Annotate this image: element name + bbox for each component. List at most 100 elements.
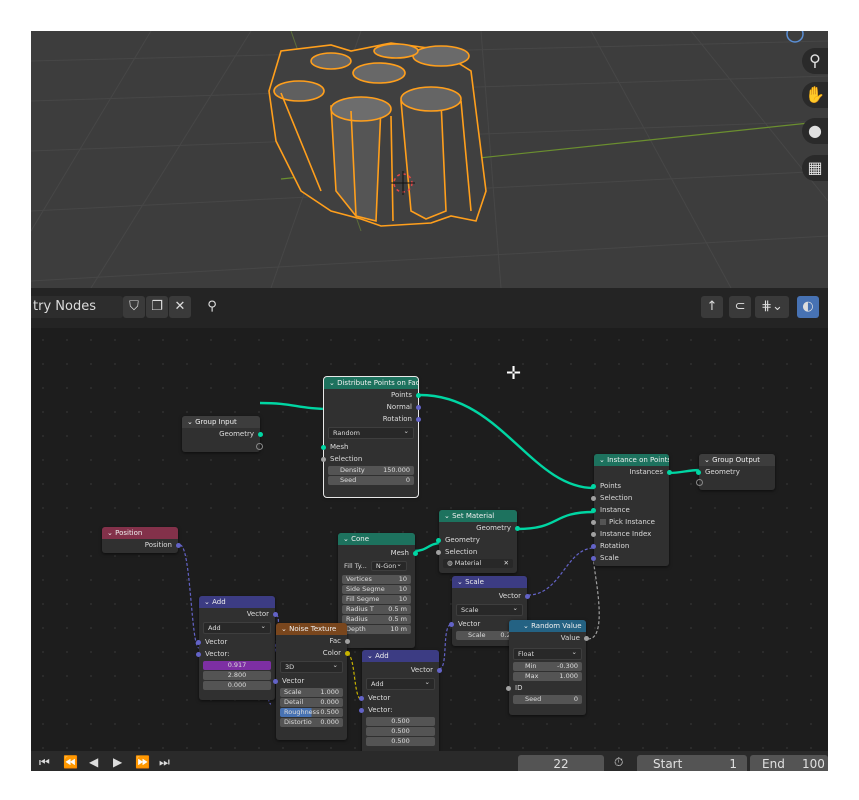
vector-add-node-2[interactable]: Add Vector Add Vector Vector: 0.500 0.50… bbox=[359, 650, 442, 754]
integer-socket[interactable] bbox=[506, 685, 511, 691]
vector-socket[interactable] bbox=[359, 695, 364, 701]
scale-mode-dropdown[interactable]: Scale bbox=[456, 603, 523, 616]
vector-socket[interactable] bbox=[591, 543, 596, 549]
node-tree-name-field[interactable]: try Nodes bbox=[31, 296, 123, 318]
geometry-socket[interactable] bbox=[258, 431, 263, 437]
min-field[interactable]: Min -0.300 bbox=[513, 662, 582, 671]
random-seed-field[interactable]: Seed 0 bbox=[513, 695, 582, 704]
end-frame-field[interactable]: End 100 bbox=[750, 755, 828, 771]
boolean-socket[interactable] bbox=[591, 519, 596, 525]
vector-socket[interactable] bbox=[196, 639, 201, 645]
geometry-socket[interactable] bbox=[416, 392, 421, 398]
distribute-mode-dropdown[interactable]: Random bbox=[328, 426, 414, 439]
geometry-socket[interactable] bbox=[667, 469, 672, 475]
grid-icon[interactable]: ▦ bbox=[802, 155, 828, 181]
boolean-socket[interactable] bbox=[591, 495, 596, 501]
vector-socket[interactable] bbox=[591, 555, 596, 561]
current-frame-field[interactable]: 22 bbox=[518, 755, 604, 771]
node-canvas[interactable]: Group Input Geometry Distribute Points o… bbox=[31, 328, 828, 754]
empty-socket[interactable] bbox=[256, 443, 263, 450]
dimensions-dropdown[interactable]: 3D bbox=[280, 660, 343, 673]
random-value-node[interactable]: Random Value Value Float Min-0.300 Max1.… bbox=[506, 620, 589, 715]
pan-hand-icon[interactable]: ✋ bbox=[802, 82, 828, 108]
zoom-icon[interactable]: ⚲ bbox=[802, 48, 828, 74]
group-output-node[interactable]: Group Output Geometry bbox=[696, 454, 775, 490]
copy-icon[interactable]: ❐ bbox=[146, 296, 168, 318]
instance-on-points-node[interactable]: Instance on Points Instances Points Sele… bbox=[591, 454, 672, 566]
geometry-socket[interactable] bbox=[591, 483, 596, 489]
vector-x-field[interactable]: 0.917 bbox=[203, 661, 271, 670]
boolean-socket[interactable] bbox=[321, 456, 326, 462]
prev-keyframe-icon[interactable]: ⏪ bbox=[63, 755, 78, 769]
vector-socket[interactable] bbox=[437, 667, 442, 673]
vector-socket[interactable] bbox=[273, 678, 278, 684]
group-input-node[interactable]: Group Input Geometry bbox=[182, 416, 263, 452]
vector-add-node-1[interactable]: Add Vector Add Vector Vector: 0.917 2.80… bbox=[196, 596, 278, 700]
position-node[interactable]: Position Position bbox=[102, 527, 181, 553]
camera-icon[interactable]: ● bbox=[802, 118, 828, 144]
vector-socket[interactable] bbox=[449, 621, 454, 627]
overlay-icon[interactable]: ◐ bbox=[797, 296, 819, 318]
noise-texture-node[interactable]: Noise Texture Fac Color 3D Vector Scale1… bbox=[273, 623, 350, 740]
seed-field[interactable]: Seed 0 bbox=[328, 476, 414, 485]
add-mode-dropdown[interactable]: Add bbox=[366, 677, 435, 690]
geometry-socket[interactable] bbox=[413, 550, 418, 556]
play-icon[interactable]: ▶ bbox=[113, 755, 122, 769]
vector-socket[interactable] bbox=[416, 416, 421, 422]
vector-y-field[interactable]: 2.800 bbox=[203, 671, 271, 680]
vector-socket[interactable] bbox=[273, 611, 278, 617]
side-segments-field[interactable]: Side Segme 10 bbox=[342, 585, 411, 594]
vector-socket[interactable] bbox=[196, 651, 201, 657]
add-mode-dropdown[interactable]: Add bbox=[203, 621, 271, 634]
integer-socket[interactable] bbox=[591, 531, 596, 537]
close-icon[interactable]: ✕ bbox=[169, 296, 191, 318]
start-frame-field[interactable]: Start 1 bbox=[637, 755, 747, 771]
vector-socket[interactable] bbox=[176, 542, 181, 548]
fill-segments-field[interactable]: Fill Segme 10 bbox=[342, 595, 411, 604]
3d-viewport[interactable]: ⚲ ✋ ● ▦ bbox=[31, 31, 828, 288]
vector-socket[interactable] bbox=[525, 593, 530, 599]
set-material-node[interactable]: Set Material Geometry Geometry Selection… bbox=[436, 510, 520, 573]
float-socket[interactable] bbox=[345, 638, 350, 644]
stopwatch-icon[interactable]: ⏱ bbox=[614, 755, 623, 770]
vector-socket[interactable] bbox=[359, 707, 364, 713]
parent-arrow-icon[interactable]: ↑ bbox=[701, 296, 723, 318]
material-field[interactable]: ◍ Material ✕ bbox=[443, 559, 513, 568]
geometry-socket[interactable] bbox=[591, 507, 596, 513]
depth-field[interactable]: Depth 10 m bbox=[342, 625, 411, 634]
vector-z-field[interactable]: 0.000 bbox=[203, 681, 271, 690]
vector-y-field[interactable]: 0.500 bbox=[366, 727, 435, 736]
vector-socket[interactable] bbox=[416, 404, 421, 410]
empty-socket[interactable] bbox=[696, 479, 703, 486]
data-type-dropdown[interactable]: Float bbox=[513, 647, 582, 660]
max-field[interactable]: Max 1.000 bbox=[513, 672, 582, 681]
float-socket[interactable] bbox=[584, 635, 589, 641]
vector-x-field[interactable]: 0.500 bbox=[366, 717, 435, 726]
pick-instance-checkbox[interactable] bbox=[600, 519, 606, 525]
noise-roughness-field[interactable]: Roughness 0.500 bbox=[280, 708, 343, 717]
noise-detail-field[interactable]: Detail 0.000 bbox=[280, 698, 343, 707]
snap-icon[interactable]: ⊂ bbox=[729, 296, 751, 318]
next-keyframe-icon[interactable]: ⏩ bbox=[135, 755, 150, 769]
fill-type-dropdown[interactable]: N-Gon bbox=[370, 560, 407, 571]
boolean-socket[interactable] bbox=[436, 549, 441, 555]
cone-node[interactable]: Cone Mesh Fill Ty...N-Gon Vertices10 Sid… bbox=[338, 533, 418, 648]
jump-start-icon[interactable]: ⏮ bbox=[39, 755, 50, 770]
radius-field[interactable]: Radius 0.5 m bbox=[342, 615, 411, 624]
density-field[interactable]: Density 150.000 bbox=[328, 466, 414, 475]
geometry-socket[interactable] bbox=[515, 525, 520, 531]
vector-z-field[interactable]: 0.500 bbox=[366, 737, 435, 746]
geometry-socket[interactable] bbox=[321, 444, 326, 450]
play-reverse-icon[interactable]: ◀ bbox=[89, 755, 98, 769]
selected-cylinders[interactable] bbox=[268, 42, 487, 227]
shield-icon[interactable]: ⛉ bbox=[123, 296, 145, 318]
noise-scale-field[interactable]: Scale 1.000 bbox=[280, 688, 343, 697]
snap-options-icon[interactable]: ⋕⌄ bbox=[755, 296, 789, 318]
radius-top-field[interactable]: Radius T 0.5 m bbox=[342, 605, 411, 614]
jump-end-icon[interactable]: ⏭ bbox=[159, 755, 170, 770]
noise-distortion-field[interactable]: Distortio 0.000 bbox=[280, 718, 343, 727]
distribute-points-node[interactable]: Distribute Points on Face Points Normal … bbox=[321, 376, 421, 498]
pin-icon[interactable]: ⚲ bbox=[201, 296, 223, 318]
geometry-socket[interactable] bbox=[696, 469, 701, 475]
color-socket[interactable] bbox=[345, 650, 350, 656]
